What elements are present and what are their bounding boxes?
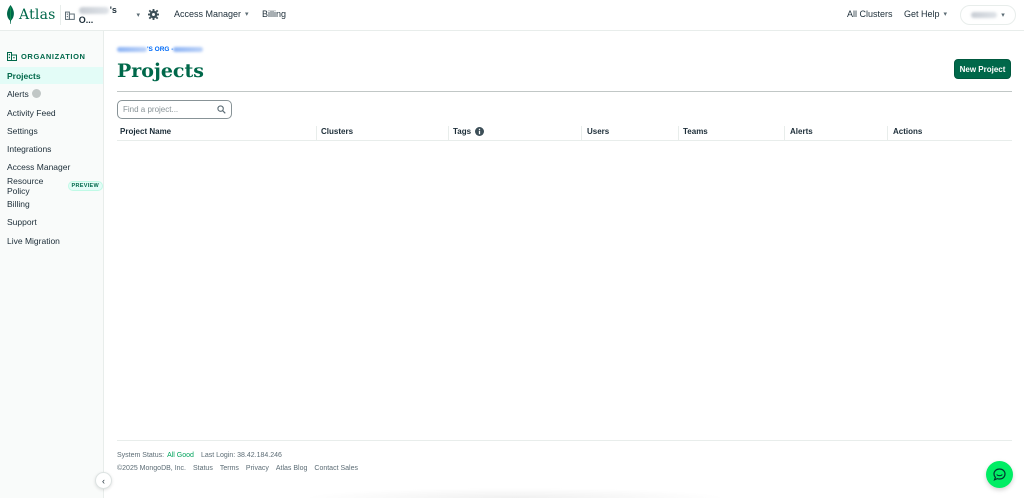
user-menu[interactable]: ▾	[960, 5, 1016, 25]
column-actions: Actions	[893, 127, 923, 136]
redacted-username	[971, 12, 998, 18]
page-title: Projects	[117, 60, 204, 82]
column-separator	[678, 126, 679, 140]
redacted-org-id	[173, 47, 204, 52]
column-separator	[316, 126, 317, 140]
building-icon	[7, 52, 17, 61]
chevron-down-icon: ▾	[943, 11, 948, 18]
status-value-link[interactable]: All Good	[167, 452, 194, 459]
last-login: Last Login: 38.42.184.246	[200, 452, 282, 459]
billing-link[interactable]: Billing	[262, 9, 286, 19]
footer-link-atlas-blog[interactable]: Atlas Blog	[276, 465, 308, 472]
sidebar: ORGANIZATION Projects Alerts Activity Fe…	[0, 31, 104, 498]
column-teams[interactable]: Teams	[683, 127, 708, 136]
column-users[interactable]: Users	[587, 127, 609, 136]
sidebar-item-billing[interactable]: Billing	[0, 195, 103, 212]
search-icon	[217, 105, 226, 114]
info-icon[interactable]	[475, 127, 485, 136]
footer-divider	[117, 440, 1012, 441]
footer-links: ©2025 MongoDB, Inc. Status Terms Privacy…	[117, 465, 365, 472]
sidebar-item-resource-policy[interactable]: Resource Policy PREVIEW	[0, 176, 103, 196]
column-separator	[887, 126, 888, 140]
column-separator	[448, 126, 449, 140]
column-project-name[interactable]: Project Name	[120, 127, 171, 136]
footer-link-terms[interactable]: Terms	[220, 465, 239, 472]
chevron-down-icon: ▾	[245, 11, 249, 18]
top-navigation: Atlas 's O... ▾ Access Manager ▾ Billing…	[0, 0, 1024, 31]
preview-badge: PREVIEW	[67, 180, 103, 191]
column-separator	[784, 126, 785, 140]
chevron-down-icon: ▾	[1001, 12, 1005, 19]
footer-link-contact-sales[interactable]: Contact Sales	[314, 465, 358, 472]
access-manager-menu[interactable]: Access Manager ▾	[174, 9, 249, 19]
footer-link-status[interactable]: Status	[193, 465, 213, 472]
sidebar-item-projects[interactable]: Projects	[0, 67, 103, 84]
chevron-left-icon: ‹	[102, 475, 105, 486]
atlas-logo[interactable]: Atlas	[6, 5, 56, 24]
get-help-menu[interactable]: Get Help ▾	[904, 9, 947, 19]
column-clusters[interactable]: Clusters	[321, 127, 353, 136]
search-input[interactable]	[123, 105, 215, 114]
column-tags[interactable]: Tags	[453, 127, 485, 136]
sidebar-item-access-manager[interactable]: Access Manager	[0, 158, 103, 175]
chevron-down-icon: ▾	[136, 12, 140, 19]
sidebar-item-activity-feed[interactable]: Activity Feed	[0, 104, 103, 121]
organization-name: 's O...	[78, 5, 117, 25]
building-icon	[65, 11, 75, 20]
new-project-button[interactable]: New Project	[954, 59, 1011, 79]
all-clusters-link[interactable]: All Clusters	[847, 9, 893, 19]
leaf-icon	[7, 5, 14, 24]
redacted-text	[78, 7, 109, 15]
logo-text: Atlas	[19, 6, 56, 23]
chat-icon	[993, 468, 1006, 481]
column-separator	[581, 126, 582, 140]
projects-table-header: Project Name Clusters Tags Users Teams A…	[117, 126, 1012, 141]
sidebar-item-settings[interactable]: Settings	[0, 122, 103, 139]
collapse-sidebar-button[interactable]: ‹	[95, 472, 112, 489]
breadcrumb[interactable]: 'S ORG -	[117, 46, 204, 53]
sidebar-item-alerts[interactable]: Alerts	[0, 85, 103, 102]
copyright: ©2025 MongoDB, Inc.	[117, 465, 186, 472]
system-status: System Status: All Good Last Login: 38.4…	[117, 452, 282, 459]
footer-link-privacy[interactable]: Privacy	[246, 465, 269, 472]
gear-icon[interactable]	[148, 9, 159, 20]
sidebar-item-support[interactable]: Support	[0, 213, 103, 230]
bottom-overlay-shadow	[300, 488, 730, 498]
chat-support-button[interactable]	[986, 461, 1013, 488]
column-alerts[interactable]: Alerts	[790, 127, 813, 136]
project-search[interactable]	[117, 100, 232, 119]
redacted-org-name	[117, 47, 147, 52]
sidebar-item-integrations[interactable]: Integrations	[0, 140, 103, 157]
sidebar-item-live-migration[interactable]: Live Migration	[0, 232, 103, 249]
divider	[117, 91, 1012, 92]
sidebar-heading: ORGANIZATION	[7, 52, 86, 61]
alerts-count-badge	[31, 89, 41, 98]
organization-selector[interactable]: 's O... ▾	[60, 5, 140, 25]
